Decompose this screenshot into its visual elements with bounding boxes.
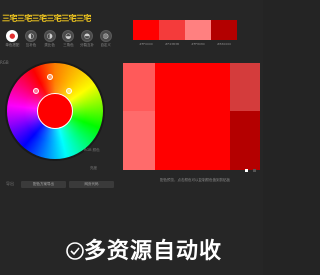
scheme-preview-grid [123, 63, 260, 170]
mode-triad-icon: ◒ [62, 30, 75, 42]
watermark-logo-icon [66, 242, 84, 260]
wheel-handle[interactable] [33, 88, 39, 94]
page-dot-active[interactable] [245, 169, 248, 172]
export-row: 导出 配色方案导出 网页代码 [6, 180, 114, 188]
wheel-handle[interactable] [66, 88, 72, 94]
preview-cell[interactable] [123, 63, 155, 111]
mode-split-icon: ◓ [81, 30, 94, 42]
mode-label: 互补色 [25, 43, 37, 47]
rgb-label: RGB 颜色 [84, 148, 100, 152]
watermark-text: 多资源自动收 [84, 239, 223, 264]
scheme-mode-row: ● 单色搭配 ◐ 互补色 ◑ 类比色 ◒ 三角色 ◓ 分裂互补 ◍ 自定义 [3, 30, 115, 52]
page-dot[interactable] [253, 169, 256, 172]
export-code-button[interactable]: 网页代码 [69, 180, 114, 188]
palette-swatch[interactable] [133, 20, 159, 40]
wheel-handle[interactable] [47, 74, 53, 80]
mode-custom-icon: ◍ [99, 30, 112, 42]
swatch-code: #FF8080 [191, 42, 205, 46]
preview-cell[interactable] [155, 111, 230, 170]
mode-complement-icon: ◐ [25, 30, 37, 42]
color-model-tag: RGB [0, 60, 9, 65]
palette-swatch[interactable] [211, 20, 237, 40]
preview-cell[interactable] [230, 63, 260, 111]
mode-label: 类比色 [44, 43, 55, 47]
app-logo: 三宅三宅三宅三宅三宅三宅 [2, 14, 91, 23]
mode-label: 三角色 [63, 43, 74, 47]
brightness-label: 亮度 [90, 166, 97, 170]
mode-button-custom[interactable]: ◍ 自定义 [96, 30, 115, 52]
swatch-code: #FF0000 [139, 42, 153, 46]
palette-swatch[interactable] [159, 20, 185, 40]
preview-note: 配色预览，点击颜色可以复制颜色值到剪贴板 [160, 178, 230, 182]
mode-button-triad[interactable]: ◒ 三角色 [59, 30, 78, 52]
export-scheme-button[interactable]: 配色方案导出 [21, 180, 66, 188]
swatch-code: #B30000 [216, 42, 232, 46]
mode-label: 分裂互补 [80, 43, 95, 47]
mode-label: 自定义 [100, 43, 111, 47]
mode-button-analogous[interactable]: ◑ 类比色 [40, 30, 59, 52]
palette-swatch-bar [133, 20, 237, 44]
base-color-preview[interactable] [37, 93, 73, 129]
mode-button-complement[interactable]: ◐ 互补色 [22, 30, 41, 52]
swatch-code: #F43B3B [164, 42, 180, 46]
mode-analogous-icon: ◑ [43, 30, 56, 42]
mode-button-split[interactable]: ◓ 分裂互补 [78, 30, 97, 52]
preview-cell[interactable] [123, 111, 155, 170]
left-panel: 三宅三宅三宅三宅三宅三宅 ● 单色搭配 ◐ 互补色 ◑ 类比色 ◒ 三角色 ◓ … [0, 0, 118, 200]
palette-swatch[interactable] [185, 20, 211, 40]
preview-cell[interactable] [155, 63, 230, 111]
export-tag: 导出 [6, 181, 14, 186]
mode-label: 单色搭配 [5, 43, 20, 47]
mode-mono-icon: ● [6, 30, 19, 42]
app-window: 三宅三宅三宅三宅三宅三宅 ● 单色搭配 ◐ 互补色 ◑ 类比色 ◒ 三角色 ◓ … [0, 0, 263, 275]
mode-button-mono[interactable]: ● 单色搭配 [3, 30, 22, 52]
palette-codes: #FF0000 #F43B3B #FF8080 #B30000 [133, 42, 237, 47]
preview-cell[interactable] [230, 111, 260, 170]
